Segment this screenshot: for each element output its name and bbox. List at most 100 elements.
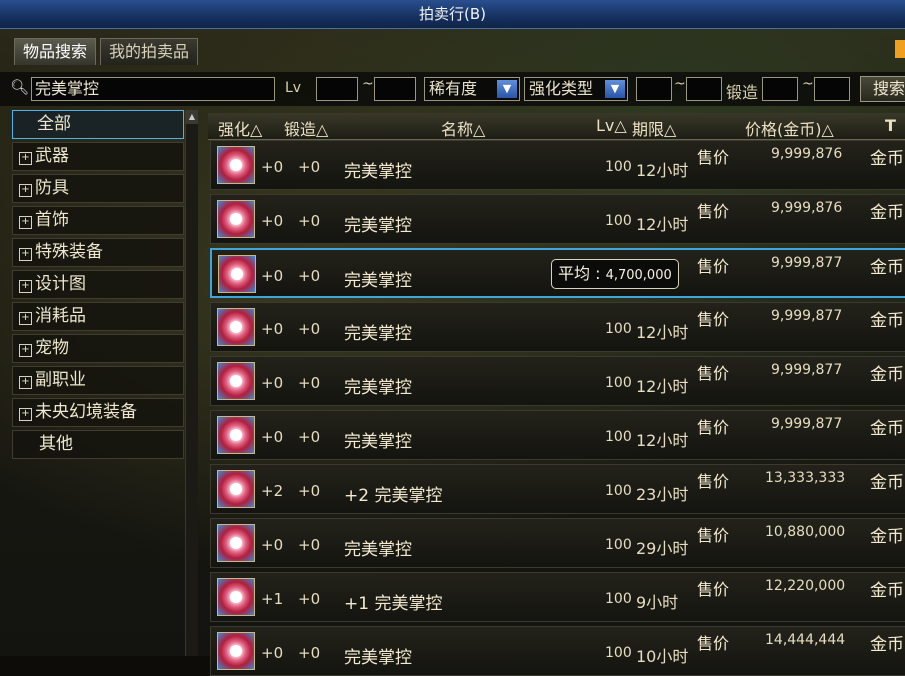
table-row[interactable]: +2 +0 +2 完美掌控 100 23小时 售价 13,333,333 金币 [210,464,905,514]
category-all[interactable]: 全部 [12,110,184,139]
cell-name: 完美掌控 [344,540,412,560]
tab-my-auctions[interactable]: 我的拍卖品 [100,38,199,65]
category-other[interactable]: 其他 [12,430,184,459]
cell-sale-label: 售价 [697,148,730,167]
cell-enhance: +0 [261,374,284,392]
table-row[interactable]: +0 +0 完美掌控 100 12小时 售价 9,999,877 金币 [210,356,905,406]
category-pet[interactable]: + 宠物 [12,334,184,363]
cell-enhance: +0 [261,320,284,338]
expand-plus-icon[interactable]: + [19,280,32,293]
category-label: 设计图 [35,274,86,294]
table-row[interactable]: +0 +0 完美掌控 100 10小时 售价 14,444,444 金币 [210,626,905,676]
cell-enhance: +0 [261,428,284,446]
expand-plus-icon[interactable]: + [19,408,32,421]
cell-enhance: +2 [261,482,284,500]
perfect-control-gem-icon[interactable] [217,524,255,562]
header-forge[interactable]: 锻造△ [284,116,328,140]
perfect-control-gem-icon[interactable] [217,362,255,400]
perfect-control-gem-icon[interactable] [217,470,255,508]
perfect-control-gem-icon[interactable] [217,200,255,238]
category-accessory[interactable]: + 首饰 [12,206,184,235]
perfect-control-gem-icon[interactable] [217,632,255,670]
expand-plus-icon[interactable]: + [19,312,32,325]
forge-max-field[interactable] [814,77,850,101]
cell-duration: 12小时 [636,161,689,180]
cell-forge: +0 [298,644,321,662]
cell-name: 完美掌控 [344,378,412,398]
header-name[interactable]: 名称△ [441,116,485,140]
category-weapon[interactable]: + 武器 [12,142,184,171]
hammer-icon[interactable]: T [885,116,896,135]
perfect-control-gem-icon[interactable] [217,578,255,616]
category-scrollbar[interactable]: ▲ [185,110,198,656]
table-row[interactable]: +1 +0 +1 完美掌控 100 9小时 售价 12,220,000 金币 [210,572,905,622]
cell-forge: +0 [298,212,321,230]
cell-price: 9,999,876 [771,146,843,162]
average-label: 平均 : [558,264,606,283]
category-armor[interactable]: + 防具 [12,174,184,203]
cell-currency: 金币 [870,581,904,601]
panel-toggle-icon[interactable] [895,40,905,58]
expand-plus-icon[interactable]: + [19,344,32,357]
rarity-select[interactable]: 稀有度 ▼ [424,77,520,101]
search-input[interactable]: 完美掌控 [31,77,275,101]
table-row[interactable]: +0 +0 完美掌控 100 12小时 售价 9,999,876 金币 [210,140,905,190]
cell-sale-label: 售价 [697,310,730,329]
table-row[interactable]: +0 +0 完美掌控 100 12小时 售价 9,999,877 金币 [210,410,905,460]
expand-plus-icon[interactable]: + [19,376,32,389]
header-price[interactable]: 价格(金币)△ [745,116,834,140]
expand-plus-icon[interactable]: + [19,248,32,261]
cell-enhance: +1 [261,590,284,608]
search-icon: 🔍︎ [10,78,30,96]
category-weiyang-equipment[interactable]: + 未央幻境装备 [12,398,184,427]
cell-duration: 23小时 [636,485,689,504]
table-row[interactable]: +0 +0 完美掌控 100 12小时 售价 9,999,876 金币 [210,194,905,244]
expand-plus-icon[interactable]: + [19,152,32,165]
perfect-control-gem-icon[interactable] [217,146,255,184]
cell-sale-label: 售价 [697,257,730,276]
cell-name: 完美掌控 [344,271,412,291]
enhance-range-tilde: ~ [674,76,686,92]
perfect-control-gem-icon[interactable] [218,255,256,293]
tab-item-search[interactable]: 物品搜索 [14,38,97,65]
tab-bar: 物品搜索 我的拍卖品 [14,38,199,65]
scroll-up-icon[interactable]: ▲ [186,110,198,124]
cell-forge: +0 [298,428,321,446]
cell-enhance: +0 [261,267,284,285]
category-consumable[interactable]: + 消耗品 [12,302,184,331]
forge-label: 锻造 [726,83,759,102]
category-subjob[interactable]: + 副职业 [12,366,184,395]
lv-min-field[interactable] [316,77,358,101]
cell-price: 9,999,877 [771,308,843,324]
table-row[interactable]: +0 +0 完美掌控 100 29小时 售价 10,880,000 金币 [210,518,905,568]
enhance-max-field[interactable] [686,77,722,101]
expand-plus-icon[interactable]: + [19,184,32,197]
cell-enhance: +0 [261,212,284,230]
cell-lv: 100 [605,591,632,607]
average-price-tooltip: 平均 : 4,700,000 [551,259,679,289]
lv-max-field[interactable] [374,77,416,101]
cell-currency: 金币 [870,419,904,439]
cell-price: 14,444,444 [765,632,846,648]
cell-forge: +0 [298,374,321,392]
cell-sale-label: 售价 [697,364,730,383]
perfect-control-gem-icon[interactable] [217,416,255,454]
category-blueprint[interactable]: + 设计图 [12,270,184,299]
forge-min-field[interactable] [762,77,798,101]
perfect-control-gem-icon[interactable] [217,308,255,346]
category-special-equipment[interactable]: + 特殊装备 [12,238,184,267]
enhance-min-field[interactable] [636,77,672,101]
cell-lv: 100 [605,159,632,175]
average-value: 4,700,000 [605,268,672,283]
header-duration[interactable]: 期限△ [632,116,676,140]
enhance-type-select[interactable]: 强化类型 ▼ [524,77,628,101]
cell-currency: 金币 [870,473,904,493]
header-lv[interactable]: Lv△ [596,116,627,135]
cell-currency: 金币 [870,149,904,169]
header-enhance[interactable]: 强化△ [218,116,262,140]
expand-plus-icon[interactable]: + [19,216,32,229]
table-header: 强化△ 锻造△ 名称△ Lv△ 期限△ 价格(金币)△ T [208,113,905,140]
table-row[interactable]: +0 +0 完美掌控 100 12小时 售价 9,999,877 金币 [210,302,905,352]
search-button[interactable]: 搜索 [860,76,905,102]
cell-lv: 100 [605,483,632,499]
